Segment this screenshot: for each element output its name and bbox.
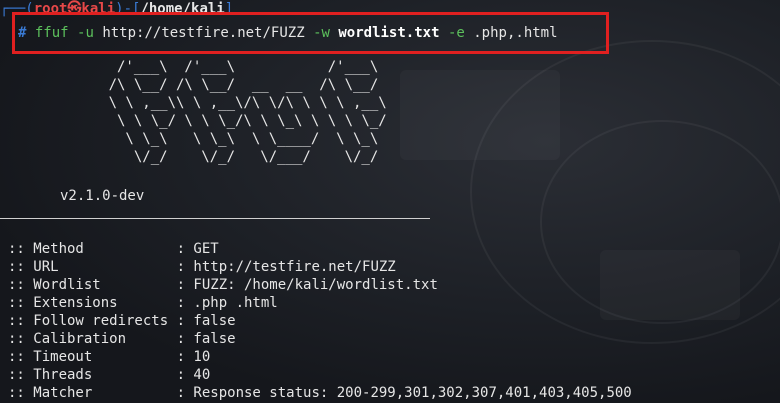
config-value: : http://testfire.net/FUZZ	[176, 259, 396, 275]
version-text: v2.1.0-dev	[60, 188, 145, 204]
config-key: :: Wordlist	[8, 277, 177, 293]
config-row-calibration: :: Calibration : false	[8, 330, 236, 348]
config-row-wordlist: :: Wordlist : FUZZ: /home/kali/wordlist.…	[8, 276, 438, 294]
config-value: : 40	[176, 367, 211, 383]
config-value: : GET	[176, 241, 219, 257]
config-row-extensions: :: Extensions : .php .html	[8, 294, 278, 312]
config-key: :: Follow redirects	[8, 313, 177, 329]
terminal-window[interactable]: ┌──(root㉿kali)-[/home/kali] # ffuf -u ht…	[0, 0, 780, 403]
wallpaper-block	[400, 70, 560, 160]
config-row-threads: :: Threads : 40	[8, 366, 210, 384]
wallpaper-block	[600, 250, 740, 320]
config-value: : false	[176, 331, 236, 347]
config-key: :: URL	[8, 259, 177, 275]
config-row-url: :: URL : http://testfire.net/FUZZ	[8, 258, 396, 276]
separator-line	[0, 218, 430, 219]
command-highlight-box	[12, 12, 609, 54]
config-key: :: Matcher	[8, 385, 177, 401]
config-key: :: Calibration	[8, 331, 177, 347]
config-key: :: Timeout	[8, 349, 177, 365]
config-value: : Response status: 200-299,301,302,307,4…	[176, 385, 632, 401]
config-row-follow-redirects: :: Follow redirects : false	[8, 312, 236, 330]
config-key: :: Threads	[8, 367, 177, 383]
ffuf-ascii-banner: /'___\ /'___\ /'___\ /\ \__/ /\ \__/ __ …	[108, 59, 387, 165]
config-value: : .php .html	[176, 295, 278, 311]
config-value: : false	[176, 313, 236, 329]
config-row-method: :: Method : GET	[8, 240, 219, 258]
config-row-timeout: :: Timeout : 10	[8, 348, 210, 366]
config-key: :: Method	[8, 241, 177, 257]
config-key: :: Extensions	[8, 295, 177, 311]
config-row-matcher: :: Matcher : Response status: 200-299,30…	[8, 384, 632, 402]
config-value: : FUZZ: /home/kali/wordlist.txt	[176, 277, 438, 293]
config-value: : 10	[176, 349, 211, 365]
